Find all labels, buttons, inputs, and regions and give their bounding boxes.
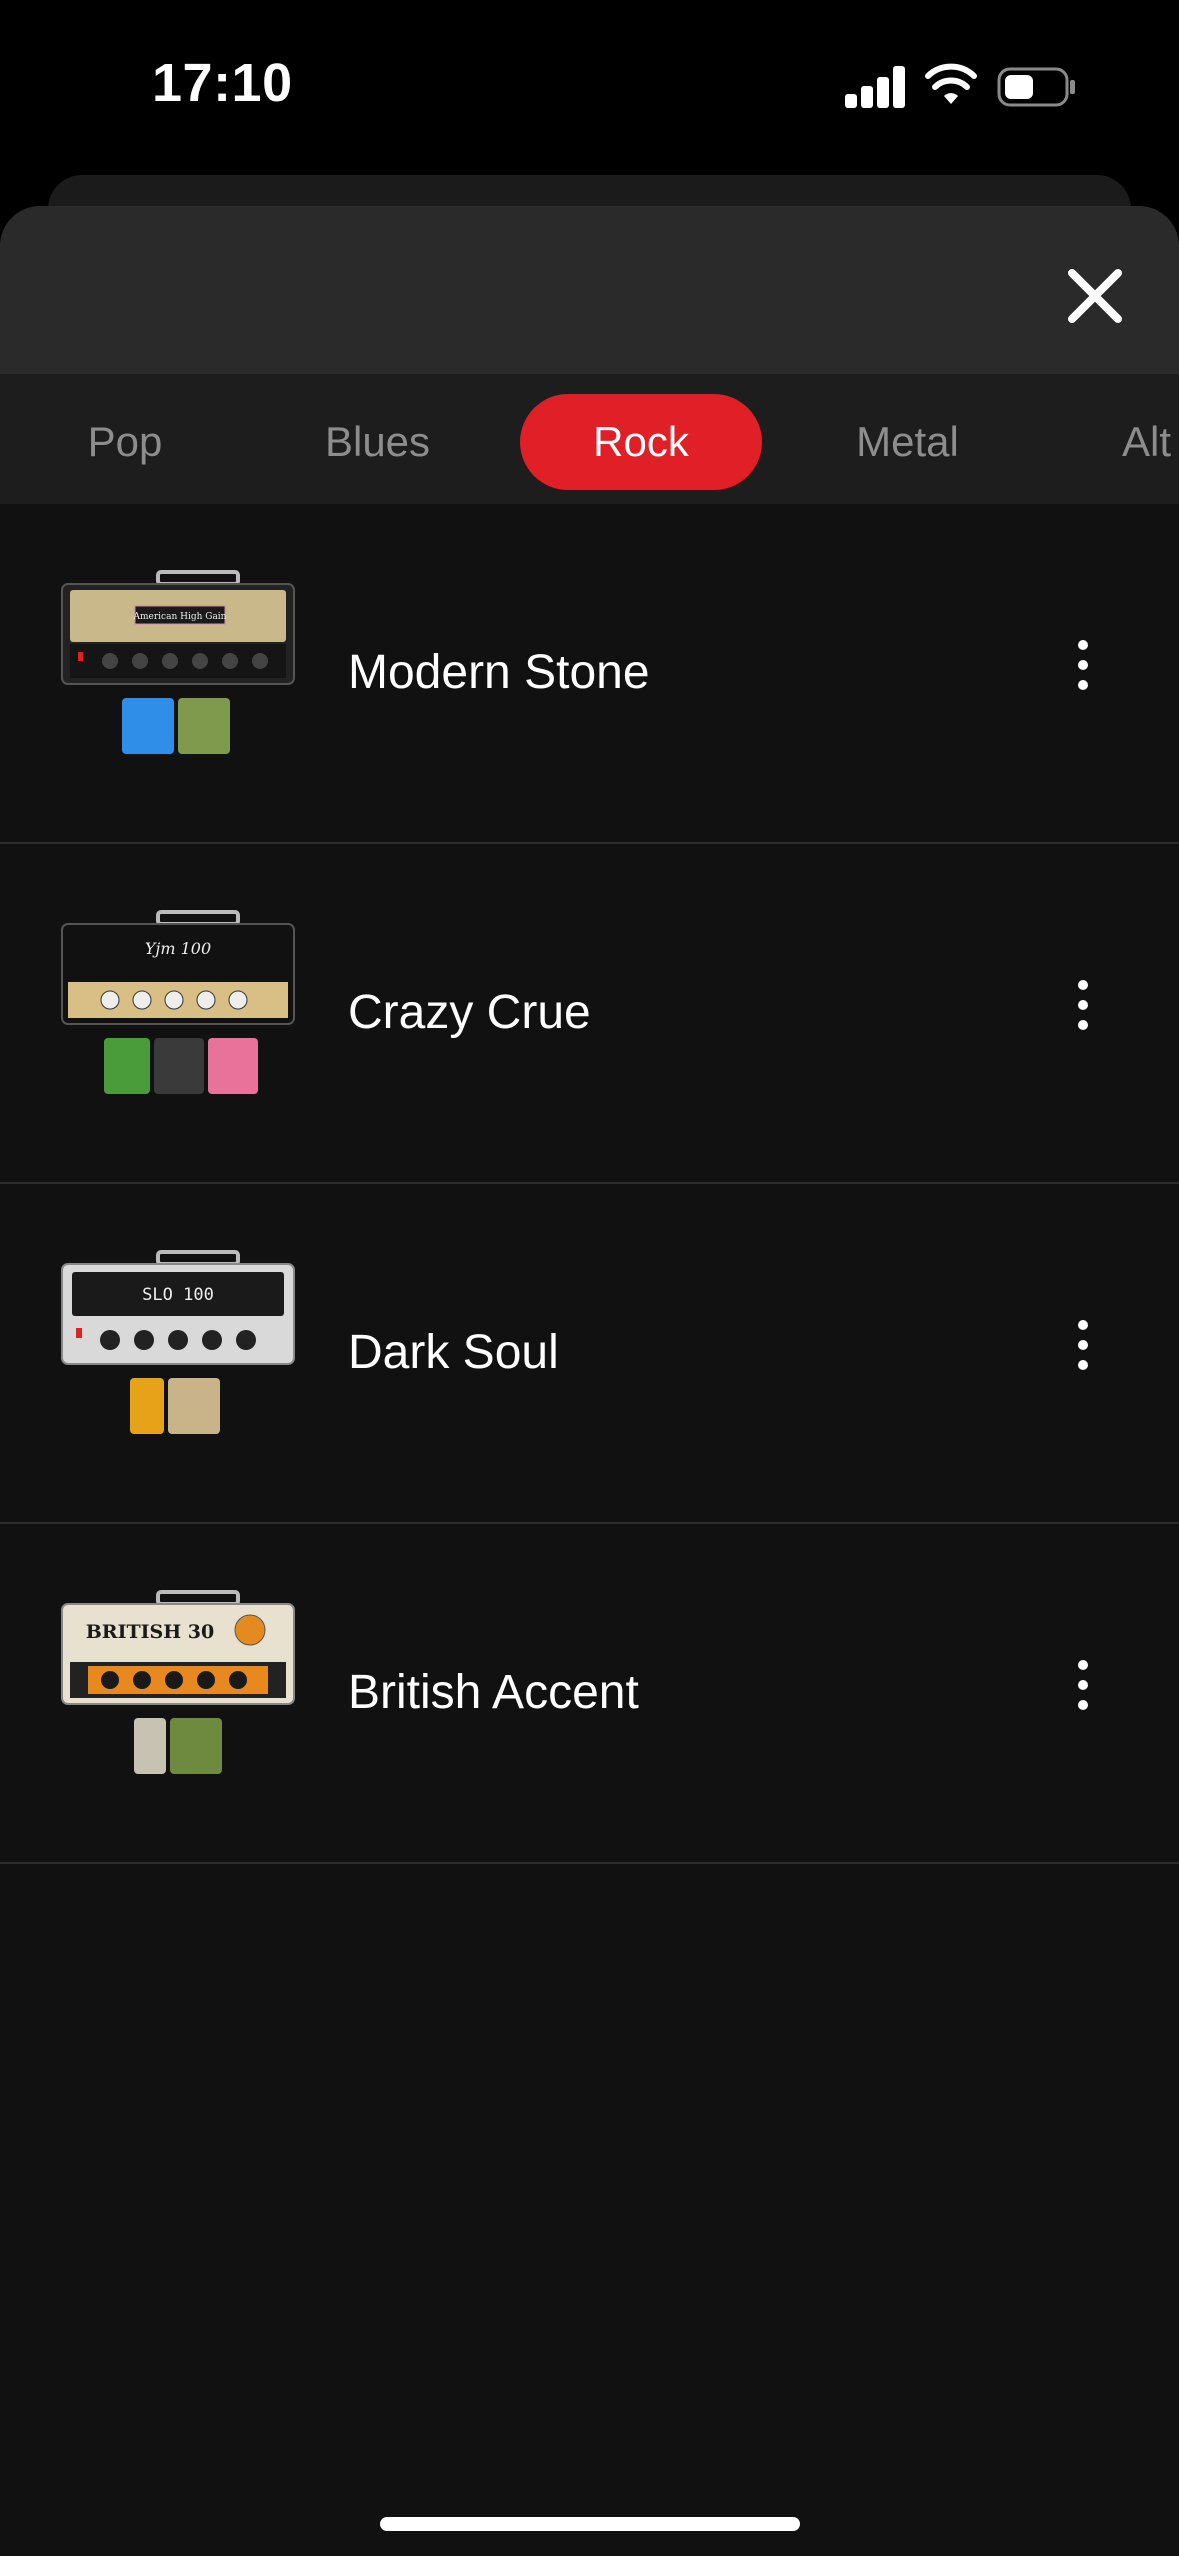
status-time: 17:10	[152, 53, 293, 113]
wifi-icon	[925, 63, 977, 104]
more-vertical-icon[interactable]	[1060, 1320, 1106, 1380]
tab-alt[interactable]: Alt	[1080, 394, 1179, 490]
home-indicator[interactable]	[380, 2517, 800, 2531]
preset-name: Crazy Crue	[348, 986, 591, 1039]
preset-name: British Accent	[348, 1666, 639, 1719]
amp-label: BRITISH 30	[86, 1621, 215, 1643]
amp-thumbnail: BRITISH 30	[61, 1590, 295, 1774]
tab-pop[interactable]: Pop	[40, 394, 210, 490]
preset-sheet: Pop Blues Rock Metal Alt American High G…	[0, 206, 1179, 2556]
preset-list: American High Gain Modern Stone Yjm 100	[0, 504, 1179, 1864]
preset-name: Dark Soul	[348, 1326, 559, 1379]
amp-label: American High Gain	[133, 612, 227, 622]
genre-tabs: Pop Blues Rock Metal Alt	[0, 374, 1179, 504]
tab-rock[interactable]: Rock	[520, 394, 762, 490]
preset-row[interactable]: BRITISH 30 British Accent	[0, 1524, 1179, 1864]
preset-row[interactable]: Yjm 100 Crazy Crue	[0, 844, 1179, 1184]
cellular-signal-icon	[845, 66, 907, 108]
amp-thumbnail: SLO 100	[61, 1250, 295, 1434]
tab-metal[interactable]: Metal	[820, 394, 995, 490]
amp-label: Yjm 100	[145, 939, 211, 958]
tab-blues[interactable]: Blues	[290, 394, 465, 490]
preset-name: Modern Stone	[348, 646, 650, 699]
preset-row[interactable]: SLO 100 Dark Soul	[0, 1184, 1179, 1524]
preset-row[interactable]: American High Gain Modern Stone	[0, 504, 1179, 844]
status-bar: 17:10	[0, 0, 1179, 175]
more-vertical-icon[interactable]	[1060, 640, 1106, 700]
more-vertical-icon[interactable]	[1060, 1660, 1106, 1720]
sheet-header	[0, 206, 1179, 374]
more-vertical-icon[interactable]	[1060, 980, 1106, 1040]
amp-thumbnail: Yjm 100	[61, 910, 295, 1094]
amp-label: SLO 100	[142, 1285, 214, 1305]
battery-icon	[997, 67, 1075, 107]
close-icon[interactable]	[1060, 261, 1130, 331]
amp-thumbnail: American High Gain	[61, 570, 295, 754]
